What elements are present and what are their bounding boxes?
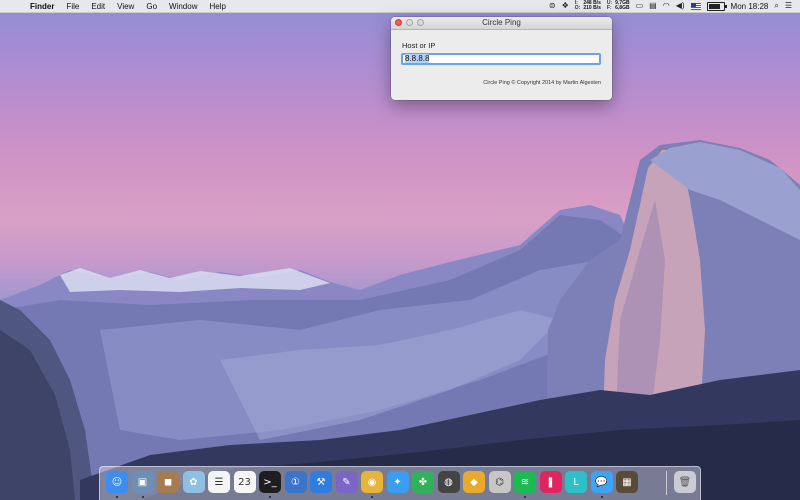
reminders-icon[interactable]: ☰	[208, 471, 230, 493]
battery-icon[interactable]	[706, 1, 727, 11]
menu-view[interactable]: View	[111, 2, 140, 11]
menu-go[interactable]: Go	[140, 2, 163, 11]
network-stats[interactable]: I: 248 B/s O: 210 B/s	[575, 0, 601, 12]
safari-icon[interactable]: ✦	[386, 471, 409, 493]
minimize-button[interactable]	[406, 19, 413, 26]
trash-icon[interactable]: 🗑	[674, 471, 696, 493]
dock: ☺ ▣ ◼ ✿ ☰ 23 >_ ① ⚒ ✎ ◉ ✦ ✤ ◍ ◆ ⌬ ≋ ❚ L 💬 ▦ 🗑	[99, 466, 701, 500]
photo-booth-icon[interactable]: ▦	[616, 471, 638, 493]
menu-file[interactable]: File	[60, 2, 85, 11]
running-indicator	[371, 496, 373, 498]
1password-icon[interactable]: ①	[284, 471, 307, 493]
host-field-label: Host or IP	[402, 41, 436, 50]
radar-icon[interactable]: ⌬	[488, 471, 511, 493]
stat-out: 210 B/s	[583, 5, 601, 11]
sync-icon[interactable]: ⊜	[549, 0, 556, 12]
menu-clock[interactable]: Mon 18:28	[731, 2, 769, 11]
menu-window[interactable]: Window	[163, 2, 203, 11]
menu-help[interactable]: Help	[203, 2, 231, 11]
calendar-icon[interactable]: 23	[233, 471, 256, 493]
terminal-icon[interactable]: >_	[259, 471, 281, 493]
host-input[interactable]: 8.8.8.8	[401, 53, 601, 65]
zoom-button[interactable]	[417, 19, 424, 26]
traffic-lights	[395, 19, 424, 26]
menu-app-name[interactable]: Finder	[26, 2, 60, 11]
stat-free: 6,8GB	[615, 5, 630, 11]
dock-separator	[666, 471, 667, 495]
preview-icon[interactable]: ▣	[131, 471, 154, 493]
status-area: ⊜ ❖ I: 248 B/s O: 210 B/s U: 9,7GB F: 6,8GB …	[549, 0, 800, 12]
display-icon[interactable]: ▤	[649, 0, 657, 12]
running-indicator	[141, 496, 144, 498]
sketch-icon[interactable]: ◆	[463, 471, 485, 493]
running-indicator	[116, 496, 118, 498]
contacts-icon[interactable]: ◼	[157, 471, 179, 493]
l-icon[interactable]: L	[565, 471, 587, 493]
notification-center-icon[interactable]: ☰	[785, 0, 792, 12]
messages-icon[interactable]: 💬	[590, 471, 613, 493]
window-title: Circle Ping	[482, 18, 521, 27]
spotify-icon[interactable]: ≋	[514, 471, 536, 493]
window-titlebar[interactable]: Circle Ping	[391, 17, 612, 30]
disk-stats[interactable]: U: 9,7GB F: 6,8GB	[607, 0, 630, 12]
dropbox-icon[interactable]: ❖	[562, 0, 569, 12]
circle-ping-window: Circle Ping Host or IP 8.8.8.8 Circle Pi…	[391, 17, 612, 100]
copyright-text: Circle Ping © Copyright 2014 by Martin A…	[483, 80, 601, 86]
volume-icon[interactable]: ◀)	[676, 0, 685, 12]
xcode-icon[interactable]: ⚒	[310, 471, 332, 493]
network-graph-icon[interactable]: ✤	[412, 471, 434, 493]
running-indicator	[524, 496, 526, 498]
kaleidoscope-icon[interactable]: ❚	[539, 471, 562, 493]
wifi-icon[interactable]: ◠	[663, 0, 670, 12]
chrome-icon[interactable]: ◉	[361, 471, 383, 493]
menu-bar: Finder File Edit View Go Window Help ⊜ ❖…	[0, 0, 800, 13]
menu-edit[interactable]: Edit	[85, 2, 111, 11]
pen-icon[interactable]: ✎	[335, 471, 358, 493]
host-input-value: 8.8.8.8	[405, 54, 430, 63]
disk-utility-icon[interactable]: ◍	[437, 471, 460, 493]
running-indicator	[600, 496, 603, 498]
battery-fill	[708, 3, 720, 9]
monitor-icon[interactable]: ▭	[636, 0, 644, 12]
running-indicator	[269, 496, 271, 498]
us-flag-icon[interactable]	[690, 2, 701, 10]
search-icon[interactable]: ⌕	[774, 0, 778, 12]
photos-icon[interactable]: ✿	[182, 471, 205, 493]
close-button[interactable]	[395, 19, 402, 26]
finder-icon[interactable]: ☺	[106, 471, 128, 493]
